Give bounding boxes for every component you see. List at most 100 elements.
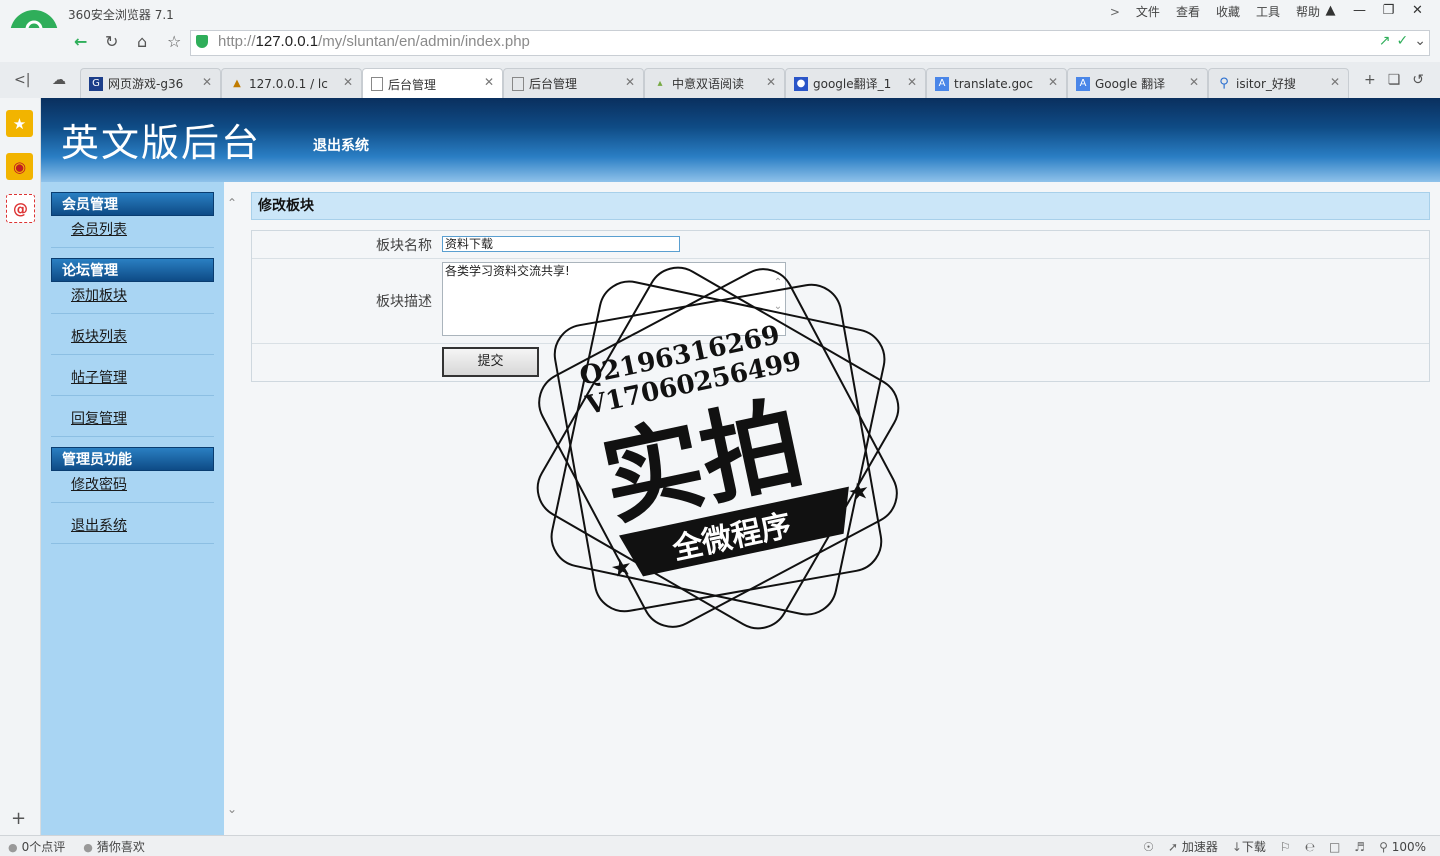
tab-window-icon[interactable]: ❏: [1388, 72, 1401, 88]
paw-icon: ●: [794, 76, 808, 91]
tab-9[interactable]: ⚲ isitor_好搜 ✕: [1208, 68, 1349, 98]
url-text[interactable]: http://127.0.0.1/my/sluntan/en/admin/ind…: [218, 33, 530, 50]
page-icon: [512, 76, 524, 91]
game-icon: G: [89, 76, 103, 91]
side-toolbar: ★ ◉ @ +: [0, 98, 41, 835]
new-tab-icon[interactable]: +: [1364, 72, 1376, 88]
admin-page: 英文版后台 退出系统 会员管理 会员列表 论坛管理 添加板块 板块列表 帖子管理…: [41, 98, 1440, 835]
menu-group-forum[interactable]: 论坛管理: [51, 258, 214, 282]
add-sidebar-icon[interactable]: +: [11, 808, 26, 829]
tab-7[interactable]: Atranslate.goc ✕: [926, 68, 1067, 98]
close-icon[interactable]: ✕: [202, 75, 212, 89]
tab-4[interactable]: 后台管理 ✕: [503, 68, 644, 98]
address-bar: ← ↻ ⌂ ☆ http://127.0.0.1/my/sluntan/en/a…: [0, 28, 1440, 62]
chevron-down-icon[interactable]: ⌄: [227, 802, 237, 816]
board-desc-textarea[interactable]: 各类学习资料交流共享! ⌃ ⌄: [442, 262, 786, 336]
browser-title: 360安全浏览器 7.1: [68, 8, 174, 22]
minimize-button[interactable]: —: [1345, 2, 1374, 20]
menu-item-change-password[interactable]: 修改密码: [51, 471, 214, 503]
menu-item-reply-manage[interactable]: 回复管理: [51, 405, 214, 437]
tab-1[interactable]: G 网页游戏-g36 ✕: [80, 68, 221, 98]
close-icon[interactable]: ✕: [625, 75, 635, 89]
menu-group-members[interactable]: 会员管理: [51, 192, 214, 216]
security-shield-icon: [196, 35, 208, 48]
close-icon[interactable]: ✕: [1330, 75, 1340, 89]
tab-5[interactable]: ▴ 中意双语阅读 ✕: [644, 68, 785, 98]
menu-item-board-list[interactable]: 板块列表: [51, 323, 214, 355]
zoom-icon: ⚲: [1379, 839, 1388, 854]
page-icon: [371, 77, 383, 91]
site-title: 英文版后台: [61, 121, 262, 165]
tab-8[interactable]: A Google 翻译 ✕: [1067, 68, 1208, 98]
menu-chevron-icon[interactable]: >: [1102, 4, 1128, 20]
logout-link-top[interactable]: 退出系统: [313, 135, 369, 155]
download-icon: ↓: [1231, 840, 1242, 854]
home-icon[interactable]: ⌂: [137, 32, 147, 51]
menu-item-logout[interactable]: 退出系统: [51, 512, 214, 544]
status-recommend[interactable]: 猜你喜欢: [83, 838, 145, 855]
mail-icon[interactable]: @: [6, 194, 35, 223]
tab-list-icon[interactable]: <|: [14, 72, 30, 88]
board-desc-label: 板块描述: [376, 294, 432, 310]
tab-6[interactable]: ● google翻译_1 ✕: [785, 68, 926, 98]
zoom-control[interactable]: ⚲ 100%: [1379, 840, 1426, 854]
board-desc-text: 各类学习资料交流共享!: [445, 264, 570, 278]
edit-board-form: 板块名称 资料下载 板块描述 各类学习资料交流共享! ⌃ ⌄ 提交: [251, 230, 1430, 382]
menu-item-add-board[interactable]: 添加板块: [51, 282, 214, 314]
volume-icon[interactable]: ♬: [1354, 840, 1365, 854]
favorites-star-icon[interactable]: ★: [6, 110, 33, 137]
menu-file[interactable]: 文件: [1128, 4, 1168, 20]
chevron-up-icon[interactable]: ⌃: [227, 196, 237, 210]
close-window-button[interactable]: ✕: [1403, 2, 1432, 20]
tab-2[interactable]: ▲ 127.0.0.1 / lc ✕: [221, 68, 362, 98]
tabs: G 网页游戏-g36 ✕ ▲ 127.0.0.1 / lc ✕ 后台管理 ✕ 后台管理 ✕ …: [80, 68, 1349, 99]
compat-mode-icon[interactable]: ✓: [1397, 33, 1409, 49]
menu-favorites[interactable]: 收藏: [1208, 4, 1248, 20]
close-icon[interactable]: ✕: [1048, 75, 1058, 89]
download-button[interactable]: ↓下载: [1232, 838, 1266, 855]
cloud-icon[interactable]: ☁: [52, 72, 66, 88]
close-icon[interactable]: ✕: [766, 75, 776, 89]
row-submit: 提交: [252, 344, 1429, 381]
rocket-icon: ➚: [1167, 840, 1178, 854]
refresh-icon[interactable]: ↻: [105, 32, 118, 51]
accelerator-button[interactable]: ➚ 加速器: [1168, 838, 1218, 855]
menu-group-admin[interactable]: 管理员功能: [51, 447, 214, 471]
close-icon[interactable]: ✕: [343, 75, 353, 89]
submit-button[interactable]: 提交: [442, 347, 539, 377]
board-name-label: 板块名称: [376, 238, 432, 254]
back-icon[interactable]: ←: [74, 32, 87, 51]
browser-titlebar: 360安全浏览器 7.1 > 文件 查看 收藏 工具 帮助 ▲ — ❐ ✕: [0, 0, 1440, 28]
window-icon[interactable]: □: [1329, 840, 1340, 854]
menu-tools[interactable]: 工具: [1248, 4, 1288, 20]
address-actions: ↗ ✓ ⌄: [1379, 33, 1426, 49]
flag-icon[interactable]: ⚐: [1280, 840, 1291, 854]
share-icon[interactable]: ↗: [1379, 33, 1391, 49]
bookmark-star-icon[interactable]: ☆: [167, 32, 181, 51]
phpmyadmin-icon: ▲: [233, 78, 241, 89]
translate-icon: A: [1076, 76, 1090, 91]
book-icon: ▴: [657, 78, 663, 89]
menu-item-post-manage[interactable]: 帖子管理: [51, 364, 214, 396]
weibo-icon[interactable]: ◉: [6, 153, 33, 180]
tab-3[interactable]: 后台管理 ✕: [362, 68, 503, 99]
speed-icon[interactable]: ☉: [1143, 840, 1154, 854]
ie-icon[interactable]: ℮: [1305, 840, 1315, 854]
admin-sidebar: 会员管理 会员列表 论坛管理 添加板块 板块列表 帖子管理 回复管理 管理员功能…: [41, 182, 224, 835]
address-dropdown-icon[interactable]: ⌄: [1414, 33, 1426, 49]
close-icon[interactable]: ✕: [484, 75, 494, 89]
translate-icon: A: [935, 76, 949, 91]
close-icon[interactable]: ✕: [1189, 75, 1199, 89]
tab-bar: <| ☁ G 网页游戏-g36 ✕ ▲ 127.0.0.1 / lc ✕ 后台管理 ✕ 后…: [0, 62, 1440, 99]
menu-item-member-list[interactable]: 会员列表: [51, 216, 214, 248]
browser-menu: > 文件 查看 收藏 工具 帮助: [1102, 4, 1328, 20]
menu-view[interactable]: 查看: [1168, 4, 1208, 20]
status-comments[interactable]: 0个点评: [8, 838, 66, 855]
maximize-button[interactable]: ❐: [1374, 2, 1403, 20]
textarea-scroll-icon[interactable]: ⌃ ⌄: [772, 277, 784, 313]
undo-close-icon[interactable]: ↺: [1412, 72, 1424, 88]
status-left: 0个点评 猜你喜欢: [8, 838, 145, 855]
close-icon[interactable]: ✕: [907, 75, 917, 89]
board-name-input[interactable]: 资料下载: [442, 236, 680, 252]
skin-icon[interactable]: ▲: [1316, 2, 1345, 20]
